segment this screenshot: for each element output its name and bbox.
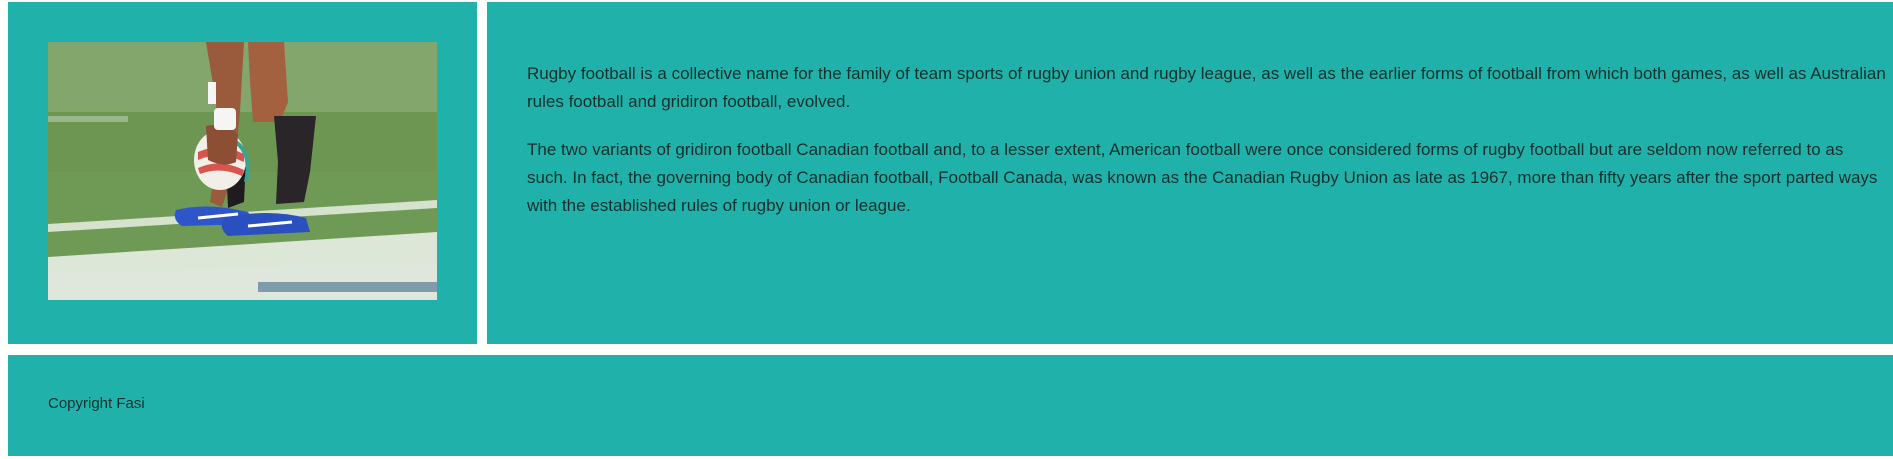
- rugby-photo-illustration: [48, 42, 437, 300]
- paragraph-2: The two variants of gridiron football Ca…: [527, 140, 1878, 215]
- paragraph-1: Rugby football is a collective name for …: [527, 64, 1886, 111]
- image-panel: [8, 2, 477, 344]
- footer: Copyright Fasi: [8, 355, 1893, 456]
- article-body: Rugby football is a collective name for …: [527, 60, 1887, 240]
- copyright-text: Copyright Fasi: [48, 395, 145, 412]
- content-panel: Rugby football is a collective name for …: [487, 2, 1893, 344]
- rugby-photo: [48, 42, 437, 300]
